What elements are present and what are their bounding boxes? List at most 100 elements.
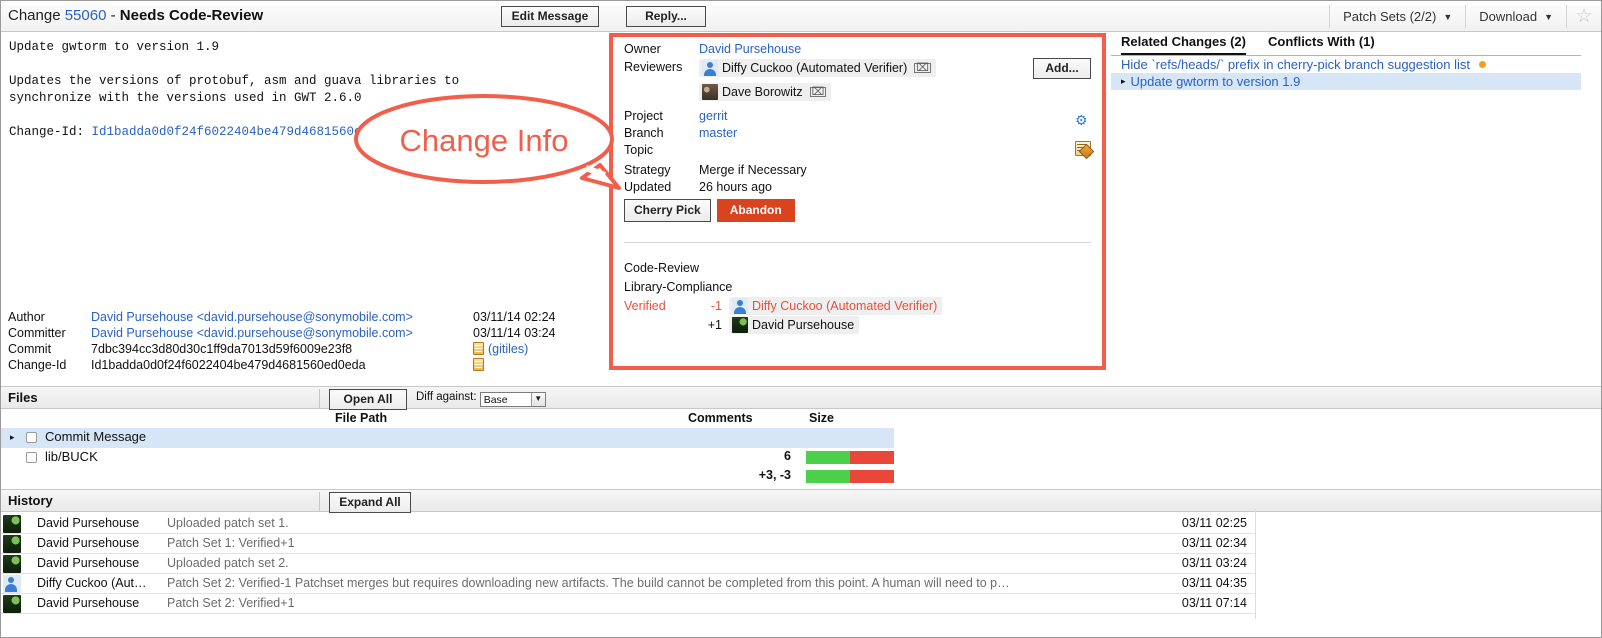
related-change-item-current[interactable]: ▸ Update gwtorm to version 1.9 xyxy=(1111,73,1581,90)
label-name: Code-Review xyxy=(624,260,700,275)
meta-date[interactable] xyxy=(469,357,555,373)
avatar xyxy=(732,316,748,333)
related-change-item[interactable]: Hide `refs/heads/` prefix in cherry-pick… xyxy=(1111,56,1581,73)
meta-key: Committer xyxy=(8,326,66,340)
tab-related-changes[interactable]: Related Changes (2) xyxy=(1121,34,1246,55)
history-author: David Pursehouse xyxy=(37,556,140,570)
history-date: 03/11 04:35 xyxy=(1181,576,1247,590)
meta-value[interactable]: David Pursehouse <david.pursehouse@sonym… xyxy=(91,309,469,325)
owner-label: Owner xyxy=(624,42,661,56)
meta-key: Author xyxy=(8,310,45,324)
list-item[interactable]: David Pursehouse Uploaded patch set 1. 0… xyxy=(1,514,1255,534)
meta-value[interactable]: David Pursehouse <david.pursehouse@sonym… xyxy=(91,325,469,341)
chevron-down-icon: ▼ xyxy=(1544,11,1553,22)
history-date: 03/11 03:24 xyxy=(1181,556,1247,570)
table-row: Commit 7dbc394cc3d80d30c1ff9da7013d59f60… xyxy=(1,341,555,357)
edit-message-button[interactable]: Edit Message xyxy=(501,6,599,27)
reviewer-chip[interactable]: Dave Borowitz ⌧ xyxy=(699,83,832,101)
column-comments: Comments xyxy=(688,411,753,425)
avatar xyxy=(3,595,21,613)
deletions-bar xyxy=(850,451,894,464)
branch-label: Branch xyxy=(624,126,664,140)
gitiles-link[interactable]: (gitiles) xyxy=(488,342,528,356)
owner-name[interactable]: David Pursehouse xyxy=(699,42,801,56)
expand-icon[interactable]: ▸ xyxy=(10,432,15,443)
diff-against-label: Diff against: xyxy=(416,391,477,403)
project-value[interactable]: gerrit xyxy=(699,109,727,123)
history-title: History xyxy=(8,493,53,508)
label-row: +1 David Pursehouse xyxy=(624,315,942,334)
add-reviewer-button[interactable]: Add... xyxy=(1033,58,1091,79)
reply-button[interactable]: Reply... xyxy=(626,6,706,27)
label-name: Verified xyxy=(624,298,666,313)
open-all-button[interactable]: Open All xyxy=(329,389,407,410)
caret-right-icon: ▸ xyxy=(1121,76,1126,86)
label-row: Code-Review xyxy=(624,258,942,277)
table-row: Committer David Pursehouse <david.purseh… xyxy=(1,325,555,341)
change-info-panel: Owner David Pursehouse Reviewers Diffy C… xyxy=(609,33,1106,370)
insertions-bar xyxy=(806,470,850,483)
history-date: 03/11 02:25 xyxy=(1181,516,1247,530)
list-item[interactable]: David Pursehouse Patch Set 1: Verified+1… xyxy=(1,534,1255,554)
file-name[interactable]: Commit Message xyxy=(45,429,146,444)
abandon-button[interactable]: Abandon xyxy=(716,199,795,222)
patch-sets-dropdown[interactable]: Patch Sets (2/2) ▼ xyxy=(1330,1,1465,32)
reviewer-chip[interactable]: Diffy Cuckoo (Automated Verifier) ⌧ xyxy=(699,59,936,77)
commit-meta-table: Author David Pursehouse <david.pursehous… xyxy=(1,309,609,373)
voter-chip[interactable]: David Pursehouse xyxy=(729,315,860,334)
commit-message-text: Update gwtorm to version 1.9 Updates the… xyxy=(1,33,609,303)
edit-topic-icon[interactable] xyxy=(1075,141,1091,156)
list-item[interactable]: David Pursehouse Uploaded patch set 2. 0… xyxy=(1,554,1255,574)
history-author: David Pursehouse xyxy=(37,536,140,550)
cherry-pick-button[interactable]: Cherry Pick xyxy=(624,199,711,222)
reviewer-name: Dave Borowitz xyxy=(722,85,803,99)
files-title: Files xyxy=(8,390,38,405)
divider xyxy=(319,389,320,408)
file-checkbox[interactable] xyxy=(26,452,37,463)
meta-date[interactable]: (gitiles) xyxy=(469,341,555,357)
table-row: Author David Pursehouse <david.pursehous… xyxy=(1,309,555,325)
history-message: Uploaded patch set 2. xyxy=(167,556,289,570)
title-dash: - xyxy=(110,7,116,24)
file-checkbox[interactable] xyxy=(26,432,37,443)
gear-icon[interactable]: ⚙ xyxy=(1075,113,1089,127)
list-item[interactable]: Diffy Cuckoo (Aut… Patch Set 2: Verified… xyxy=(1,574,1255,594)
copy-icon[interactable] xyxy=(473,342,484,355)
reviewers-label: Reviewers xyxy=(624,60,683,74)
change-actions: Cherry Pick Abandon xyxy=(624,199,795,222)
history-message: Patch Set 2: Verified+1 xyxy=(167,596,295,610)
column-size: Size xyxy=(809,411,835,425)
table-row: Change-Id Id1badda0d0f24f6022404be479d46… xyxy=(1,357,555,373)
tab-conflicts-with[interactable]: Conflicts With (1) xyxy=(1268,34,1375,55)
gerrit-change-page: Change 55060 - Needs Code-Review Edit Me… xyxy=(0,0,1602,638)
table-row[interactable]: ▸ Commit Message xyxy=(1,428,894,448)
updated-value: 26 hours ago xyxy=(699,180,772,194)
history-author: David Pursehouse xyxy=(37,516,140,530)
avatar xyxy=(3,555,21,573)
meta-key: Change-Id xyxy=(8,358,67,372)
voter-chip[interactable]: Diffy Cuckoo (Automated Verifier) xyxy=(729,296,943,315)
diff-against-select[interactable]: Base ▼ xyxy=(479,392,546,407)
copy-icon[interactable] xyxy=(473,358,484,371)
remove-reviewer-icon[interactable]: ⌧ xyxy=(809,87,827,98)
label-name: Library-Compliance xyxy=(624,279,733,294)
list-item[interactable]: David Pursehouse Patch Set 2: Verified+1… xyxy=(1,594,1255,614)
patch-sets-label: Patch Sets (2/2) xyxy=(1343,9,1437,24)
history-message: Patch Set 1: Verified+1 xyxy=(167,536,295,550)
expand-all-button[interactable]: Expand All xyxy=(329,492,411,513)
star-icon[interactable]: ☆ xyxy=(1567,1,1601,32)
insertions-bar xyxy=(806,451,850,464)
top-header-bar: Change 55060 - Needs Code-Review Edit Me… xyxy=(1,1,1601,32)
related-changes-panel: Related Changes (2) Conflicts With (1) H… xyxy=(1111,34,1581,104)
status-dot-icon xyxy=(1478,61,1486,68)
remove-reviewer-icon[interactable]: ⌧ xyxy=(914,63,931,74)
files-total-row: +3, -3 xyxy=(1,467,894,487)
change-number[interactable]: 55060 xyxy=(65,7,107,24)
table-row[interactable]: lib/BUCK 6 xyxy=(1,448,894,468)
history-message: Uploaded patch set 1. xyxy=(167,516,289,530)
branch-value[interactable]: master xyxy=(699,126,737,140)
label-score: -1 xyxy=(710,298,722,313)
download-dropdown[interactable]: Download ▼ xyxy=(1466,1,1566,32)
file-name[interactable]: lib/BUCK xyxy=(45,449,98,464)
diff-size-bar-total xyxy=(806,470,894,483)
